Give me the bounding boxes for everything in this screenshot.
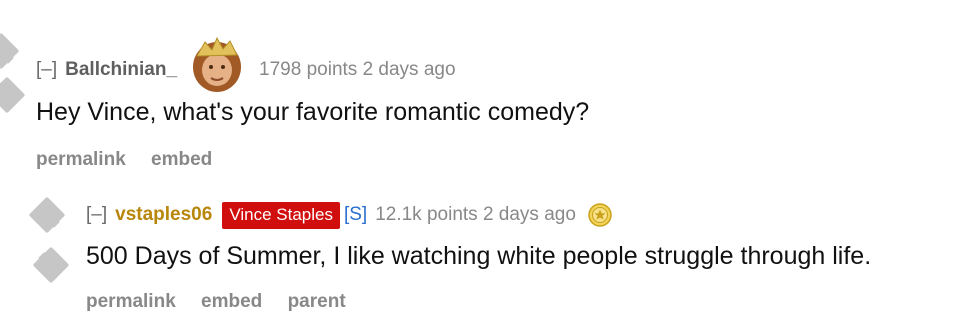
comment-tagline: [–] Ballchinian_ 1798 points 2 days ago — [36, 36, 589, 100]
comment-ballchinian: [–] Ballchinian_ 1798 points 2 days ago … — [36, 36, 590, 171]
comment-actions: permalink embed — [36, 149, 589, 171]
permalink-button[interactable]: permalink — [36, 149, 126, 170]
author-link[interactable]: vstaples06 — [115, 204, 212, 226]
score-and-time: 1798 points 2 days ago — [259, 59, 456, 80]
submitter-tag[interactable]: [S] — [344, 204, 367, 226]
comment-vstaples06: [–] vstaples06 Vince Staples [S] 12.1k p… — [86, 198, 871, 313]
comment-body: Hey Vince, what's your favorite romantic… — [36, 98, 590, 126]
comment-tagline: [–] vstaples06 Vince Staples [S] 12.1k p… — [86, 198, 871, 232]
upvote-arrow-icon[interactable] — [28, 196, 66, 234]
downvote-arrow-icon[interactable] — [0, 76, 26, 114]
comment-actions: permalink embed parent — [86, 291, 871, 313]
embed-button[interactable]: embed — [201, 291, 262, 312]
avatar — [193, 36, 242, 92]
comment-body: 500 Days of Summer, I like watching whit… — [86, 242, 872, 270]
embed-button[interactable]: embed — [151, 149, 212, 170]
parent-button[interactable]: parent — [288, 291, 346, 312]
collapse-toggle[interactable]: [–] — [86, 204, 107, 226]
user-flair-badge: Vince Staples — [222, 201, 340, 229]
comment-thread: [–] Ballchinian_ 1798 points 2 days ago … — [0, 0, 966, 322]
score-and-time: 12.1k points 2 days ago — [375, 204, 576, 225]
upvote-arrow-icon[interactable] — [0, 32, 20, 70]
gold-award-star-icon[interactable] — [588, 203, 612, 227]
author-link[interactable]: Ballchinian_ — [65, 59, 177, 81]
collapse-toggle[interactable]: [–] — [36, 59, 57, 81]
downvote-arrow-icon[interactable] — [32, 246, 70, 284]
permalink-button[interactable]: permalink — [86, 291, 176, 312]
